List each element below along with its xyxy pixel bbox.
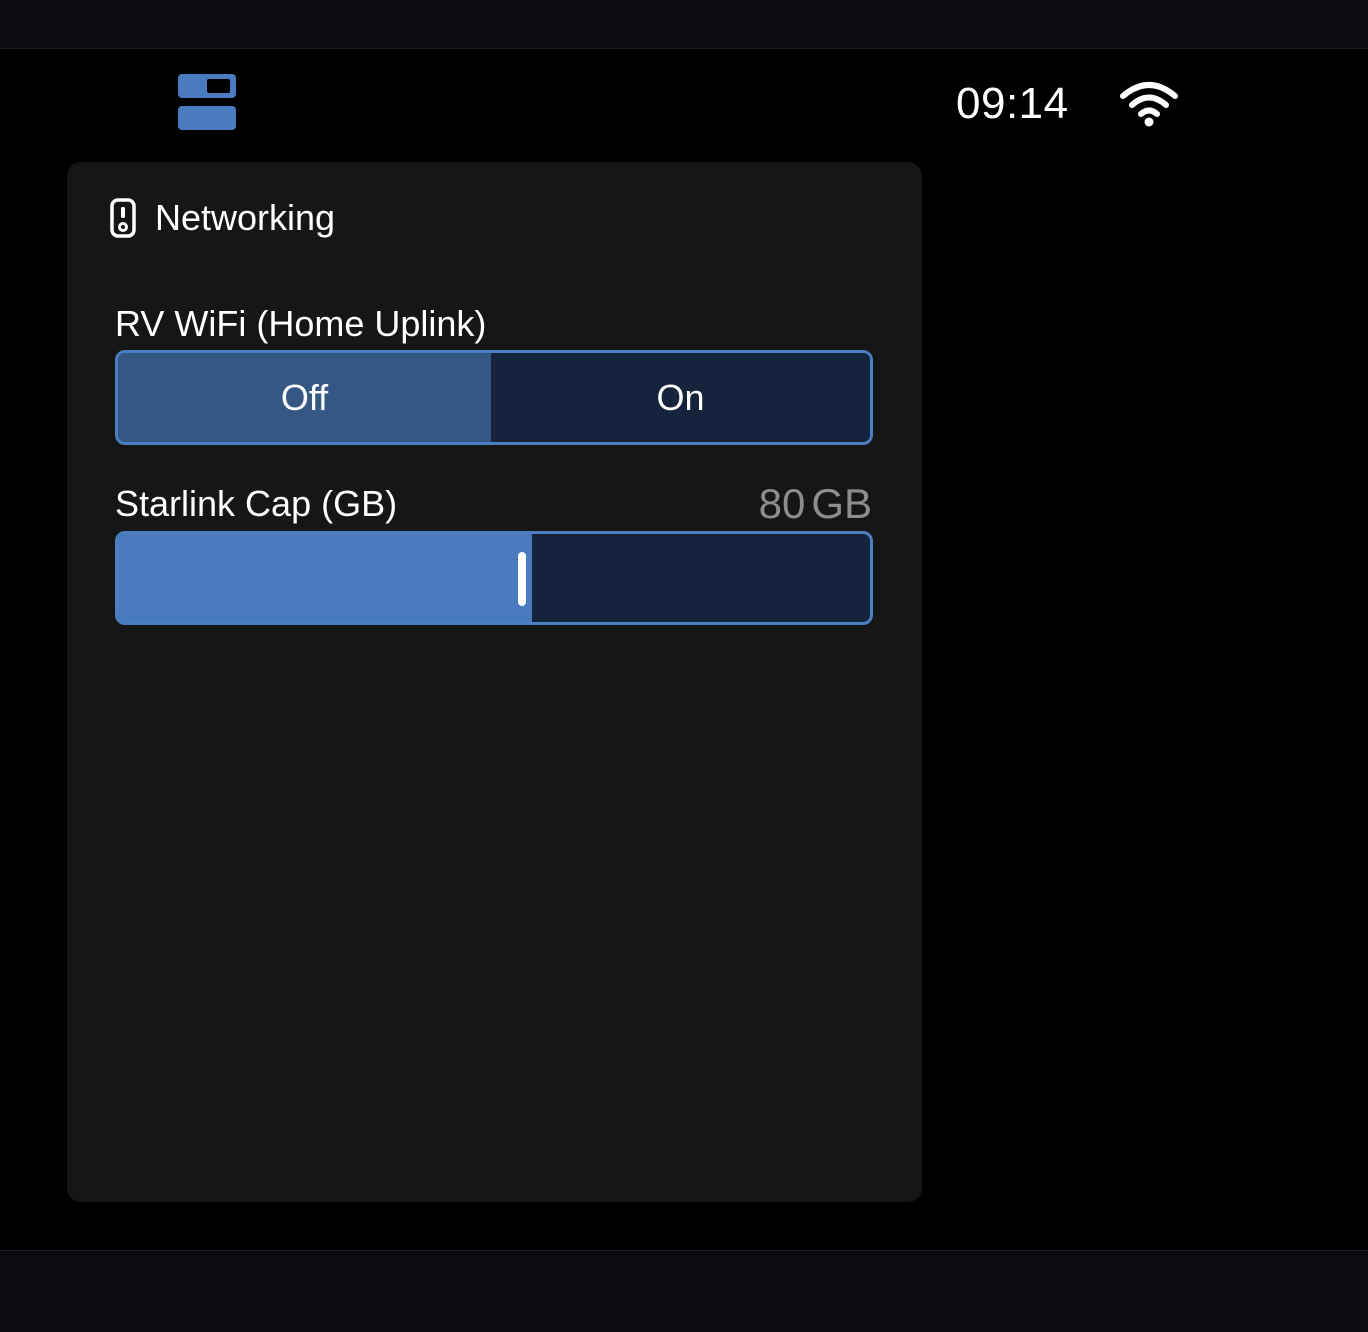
rv-wifi-off-option[interactable]: Off	[118, 353, 491, 442]
top-bezel	[0, 0, 1368, 49]
panel-toggle-icon[interactable]	[178, 74, 236, 130]
starlink-cap-value: 80 GB	[759, 480, 872, 528]
networking-card: Networking RV WiFi (Home Uplink) Off On …	[67, 162, 922, 1202]
slider-thumb[interactable]	[518, 552, 526, 606]
slider-fill	[118, 534, 532, 622]
rv-wifi-label: RV WiFi (Home Uplink)	[115, 303, 487, 344]
remote-control-icon	[110, 198, 136, 238]
starlink-cap-slider[interactable]	[115, 531, 873, 625]
bottom-bezel	[0, 1250, 1368, 1332]
rv-wifi-on-option[interactable]: On	[491, 353, 870, 442]
rv-wifi-segmented-control: Off On	[115, 350, 873, 445]
wifi-icon	[1120, 82, 1178, 127]
vehicle-display: 09:14 Networking RV WiFi (Home Uplink) O…	[0, 0, 1368, 1332]
clock: 09:14	[956, 79, 1069, 128]
starlink-cap-unit: GB	[811, 480, 872, 527]
starlink-cap-number: 80	[758, 480, 806, 527]
card-title: Networking	[155, 197, 336, 238]
card-header: Networking	[109, 196, 335, 240]
starlink-cap-label: Starlink Cap (GB)	[115, 483, 398, 524]
